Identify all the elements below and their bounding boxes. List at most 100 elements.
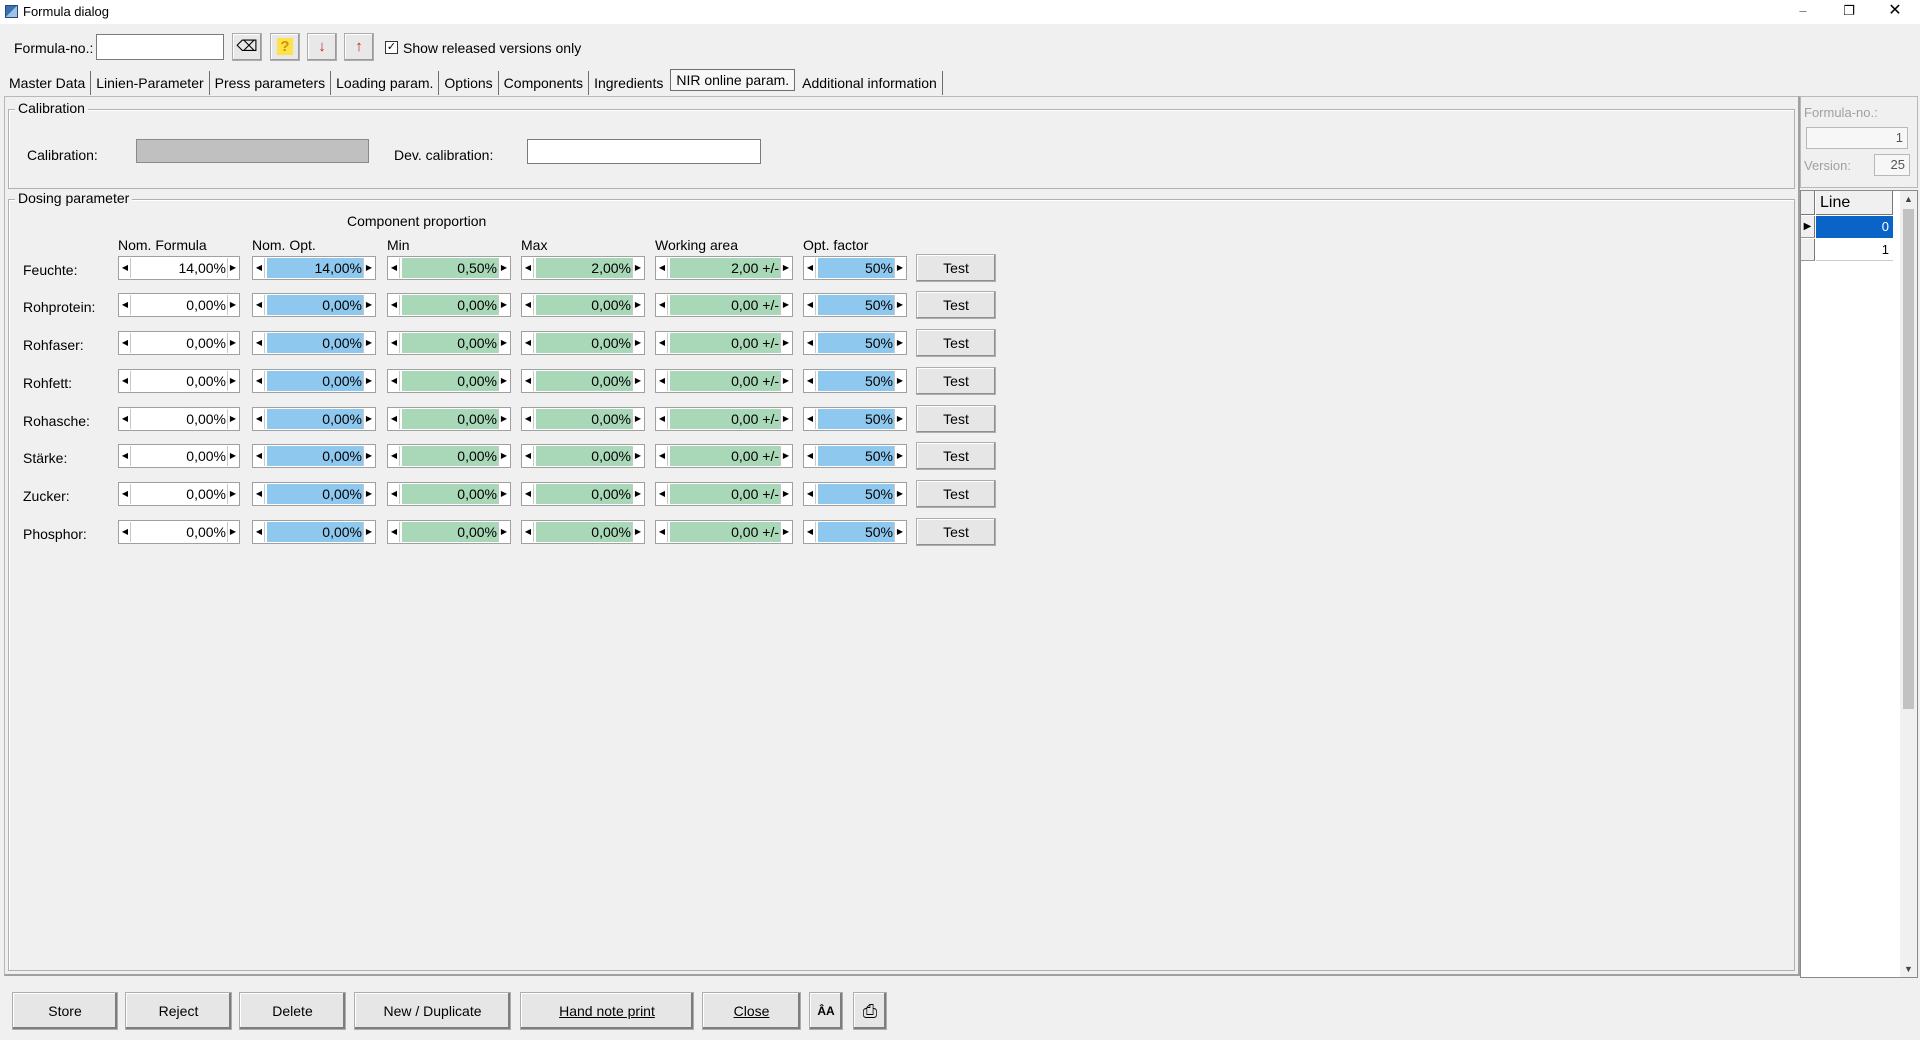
spin-right-arrow-icon[interactable]: ▶ bbox=[632, 333, 643, 353]
test-button[interactable]: Test bbox=[916, 254, 996, 282]
spin-left-arrow-icon[interactable]: ◀ bbox=[120, 295, 131, 315]
spin-min[interactable]: ◀ 0,00% ▶ bbox=[387, 293, 511, 317]
spin-value[interactable]: 0,00 +/- bbox=[670, 333, 781, 353]
spin-value[interactable]: 50% bbox=[818, 333, 895, 353]
spin-nom-opt[interactable]: ◀ 0,00% ▶ bbox=[252, 520, 376, 544]
spin-right-arrow-icon[interactable]: ▶ bbox=[498, 333, 509, 353]
spin-value[interactable]: 50% bbox=[818, 295, 895, 315]
spin-value[interactable]: 0,00% bbox=[402, 446, 499, 466]
spin-right-arrow-icon[interactable]: ▶ bbox=[227, 522, 238, 542]
spin-left-arrow-icon[interactable]: ◀ bbox=[523, 446, 534, 466]
spin-left-arrow-icon[interactable]: ◀ bbox=[389, 484, 400, 504]
test-button[interactable]: Test bbox=[916, 405, 996, 433]
spin-left-arrow-icon[interactable]: ◀ bbox=[805, 371, 816, 391]
spin-nom-opt[interactable]: ◀ 0,00% ▶ bbox=[252, 369, 376, 393]
spin-value[interactable]: 0,00% bbox=[402, 484, 499, 504]
spin-working[interactable]: ◀ 0,00 +/- ▶ bbox=[655, 369, 793, 393]
help-button[interactable]: ? bbox=[270, 33, 300, 61]
spin-value[interactable]: 0,00 +/- bbox=[670, 446, 781, 466]
spin-max[interactable]: ◀ 0,00% ▶ bbox=[521, 444, 645, 468]
close-button[interactable]: Close bbox=[702, 992, 801, 1030]
spin-value[interactable]: 50% bbox=[818, 446, 895, 466]
spin-right-arrow-icon[interactable]: ▶ bbox=[227, 333, 238, 353]
spin-right-arrow-icon[interactable]: ▶ bbox=[632, 371, 643, 391]
spin-value[interactable]: 0,50% bbox=[402, 258, 499, 278]
spin-min[interactable]: ◀ 0,00% ▶ bbox=[387, 520, 511, 544]
show-released-checkbox[interactable]: ✓ bbox=[385, 41, 398, 54]
spin-right-arrow-icon[interactable]: ▶ bbox=[632, 409, 643, 429]
spin-left-arrow-icon[interactable]: ◀ bbox=[120, 258, 131, 278]
spin-left-arrow-icon[interactable]: ◀ bbox=[657, 258, 668, 278]
tab-master-data[interactable]: Master Data bbox=[4, 71, 92, 95]
spin-value[interactable]: 0,00% bbox=[133, 522, 228, 542]
next-down-button[interactable]: ↓ bbox=[307, 33, 337, 61]
spin-value[interactable]: 0,00% bbox=[402, 333, 499, 353]
spin-left-arrow-icon[interactable]: ◀ bbox=[805, 446, 816, 466]
spin-nom-formula[interactable]: ◀ 14,00% ▶ bbox=[118, 256, 240, 280]
spin-nom-opt[interactable]: ◀ 0,00% ▶ bbox=[252, 444, 376, 468]
spin-value[interactable]: 50% bbox=[818, 371, 895, 391]
spin-left-arrow-icon[interactable]: ◀ bbox=[805, 295, 816, 315]
spin-right-arrow-icon[interactable]: ▶ bbox=[780, 522, 791, 542]
spin-left-arrow-icon[interactable]: ◀ bbox=[389, 258, 400, 278]
spin-right-arrow-icon[interactable]: ▶ bbox=[498, 446, 509, 466]
test-button[interactable]: Test bbox=[916, 329, 996, 357]
spin-left-arrow-icon[interactable]: ◀ bbox=[389, 446, 400, 466]
spin-nom-formula[interactable]: ◀ 0,00% ▶ bbox=[118, 482, 240, 506]
spin-nom-formula[interactable]: ◀ 0,00% ▶ bbox=[118, 331, 240, 355]
spin-right-arrow-icon[interactable]: ▶ bbox=[632, 258, 643, 278]
spin-right-arrow-icon[interactable]: ▶ bbox=[780, 484, 791, 504]
spin-opt[interactable]: ◀ 50% ▶ bbox=[803, 369, 907, 393]
spin-left-arrow-icon[interactable]: ◀ bbox=[805, 258, 816, 278]
spin-value[interactable]: 0,00 +/- bbox=[670, 295, 781, 315]
spin-left-arrow-icon[interactable]: ◀ bbox=[805, 333, 816, 353]
spin-value[interactable]: 0,00 +/- bbox=[670, 409, 781, 429]
spin-value[interactable]: 0,00% bbox=[267, 446, 364, 466]
spin-left-arrow-icon[interactable]: ◀ bbox=[254, 295, 265, 315]
spin-value[interactable]: 2,00% bbox=[536, 258, 633, 278]
spin-working[interactable]: ◀ 0,00 +/- ▶ bbox=[655, 482, 793, 506]
spin-right-arrow-icon[interactable]: ▶ bbox=[363, 258, 374, 278]
spin-right-arrow-icon[interactable]: ▶ bbox=[498, 522, 509, 542]
spin-right-arrow-icon[interactable]: ▶ bbox=[363, 522, 374, 542]
spin-right-arrow-icon[interactable]: ▶ bbox=[227, 484, 238, 504]
spin-value[interactable]: 0,00% bbox=[536, 484, 633, 504]
tab-additional-information[interactable]: Additional information bbox=[797, 71, 943, 95]
spin-nom-formula[interactable]: ◀ 0,00% ▶ bbox=[118, 369, 240, 393]
spin-value[interactable]: 50% bbox=[818, 522, 895, 542]
dev-calibration-input[interactable] bbox=[527, 139, 761, 164]
spin-min[interactable]: ◀ 0,00% ▶ bbox=[387, 482, 511, 506]
spin-value[interactable]: 0,00% bbox=[536, 446, 633, 466]
spin-nom-formula[interactable]: ◀ 0,00% ▶ bbox=[118, 293, 240, 317]
spin-nom-formula[interactable]: ◀ 0,00% ▶ bbox=[118, 407, 240, 431]
spin-left-arrow-icon[interactable]: ◀ bbox=[389, 522, 400, 542]
spin-left-arrow-icon[interactable]: ◀ bbox=[657, 295, 668, 315]
spin-working[interactable]: ◀ 0,00 +/- ▶ bbox=[655, 293, 793, 317]
spin-max[interactable]: ◀ 0,00% ▶ bbox=[521, 293, 645, 317]
tab-nir-online-param[interactable]: NIR online param. bbox=[670, 69, 796, 91]
previous-up-button[interactable]: ↑ bbox=[344, 33, 374, 61]
spin-value[interactable]: 0,00% bbox=[402, 409, 499, 429]
spin-max[interactable]: ◀ 0,00% ▶ bbox=[521, 369, 645, 393]
delete-button[interactable]: Delete bbox=[239, 992, 346, 1030]
eraser-button[interactable]: ⌫ bbox=[232, 33, 262, 61]
spin-value[interactable]: 50% bbox=[818, 484, 895, 504]
spin-right-arrow-icon[interactable]: ▶ bbox=[894, 333, 905, 353]
spin-min[interactable]: ◀ 0,00% ▶ bbox=[387, 407, 511, 431]
spin-right-arrow-icon[interactable]: ▶ bbox=[498, 409, 509, 429]
spin-opt[interactable]: ◀ 50% ▶ bbox=[803, 520, 907, 544]
formula-no-input[interactable] bbox=[96, 34, 224, 60]
spin-min[interactable]: ◀ 0,00% ▶ bbox=[387, 331, 511, 355]
tab-linien-parameter[interactable]: Linien-Parameter bbox=[91, 71, 210, 95]
spin-left-arrow-icon[interactable]: ◀ bbox=[254, 409, 265, 429]
spin-max[interactable]: ◀ 0,00% ▶ bbox=[521, 520, 645, 544]
spin-right-arrow-icon[interactable]: ▶ bbox=[227, 371, 238, 391]
spin-right-arrow-icon[interactable]: ▶ bbox=[498, 371, 509, 391]
grid-row-line-1[interactable]: 1 bbox=[1816, 239, 1893, 261]
spin-left-arrow-icon[interactable]: ◀ bbox=[120, 333, 131, 353]
spin-left-arrow-icon[interactable]: ◀ bbox=[120, 409, 131, 429]
spin-left-arrow-icon[interactable]: ◀ bbox=[657, 522, 668, 542]
spin-left-arrow-icon[interactable]: ◀ bbox=[389, 409, 400, 429]
spin-working[interactable]: ◀ 0,00 +/- ▶ bbox=[655, 331, 793, 355]
spin-value[interactable]: 0,00% bbox=[267, 522, 364, 542]
